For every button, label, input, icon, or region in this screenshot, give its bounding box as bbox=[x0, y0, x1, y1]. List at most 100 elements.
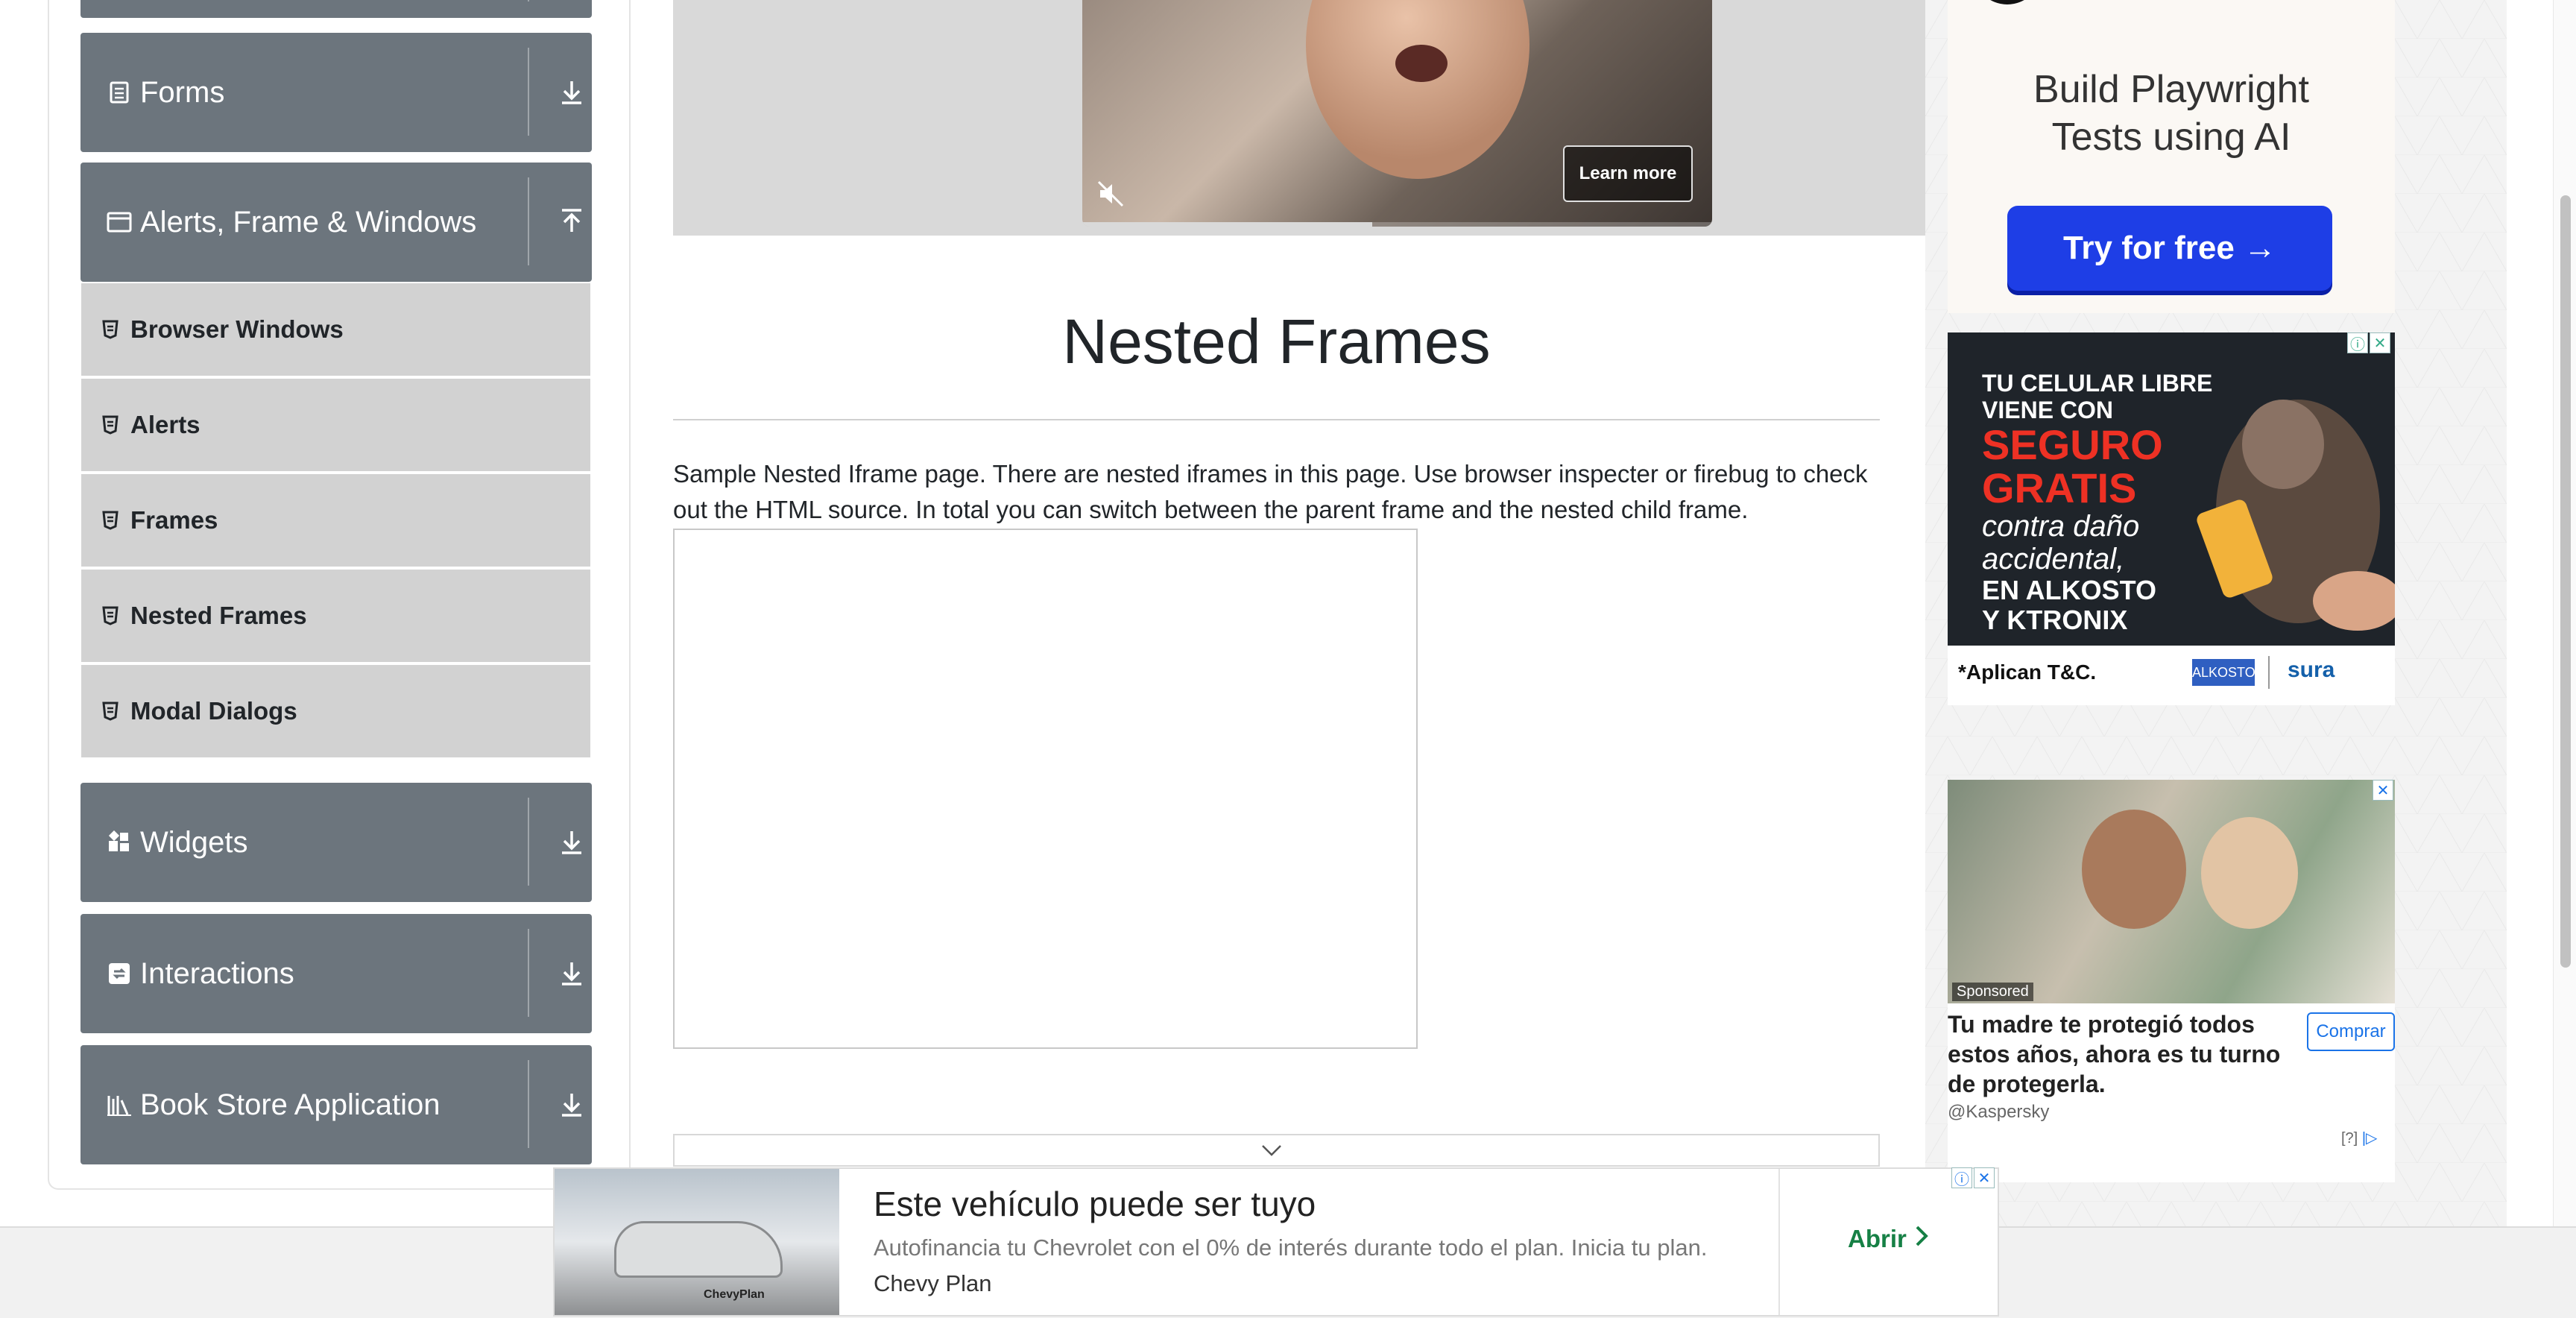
ad-line: EN ALKOSTO bbox=[1982, 575, 2157, 605]
headline-line: Tests using AI bbox=[2051, 116, 2291, 159]
sura-logo: sura bbox=[2288, 658, 2335, 682]
interactions-icon bbox=[106, 960, 133, 987]
chevron-down-icon[interactable] bbox=[1260, 1143, 1283, 1161]
sidebar-group-book-store-application[interactable]: Book Store Application bbox=[80, 1045, 592, 1164]
chevrolet-brand: Chevy Plan bbox=[874, 1270, 992, 1296]
sidebar-group-elements-stub[interactable] bbox=[80, 0, 592, 18]
chevyplan-logo: ChevyPlan bbox=[704, 1288, 765, 1301]
group-divider bbox=[528, 798, 529, 886]
sidebar-group-alerts-frame-windows[interactable]: Alerts, Frame & Windows bbox=[80, 163, 592, 282]
family-photo: Sponsored bbox=[1948, 780, 2395, 1003]
sidebar-item-nested-frames[interactable]: Nested Frames bbox=[81, 570, 590, 662]
video-progress-fill bbox=[1082, 222, 1372, 227]
try-for-free-button[interactable]: Try for free → bbox=[2007, 206, 2332, 291]
sidebar-item-label: Frames bbox=[130, 506, 218, 534]
ad-line: VIENE CON bbox=[1982, 397, 2114, 423]
group-divider bbox=[528, 0, 529, 1]
sidebar-group-forms[interactable]: Forms bbox=[80, 33, 592, 152]
ad-info-icon[interactable]: ⓘ bbox=[1951, 1167, 1972, 1188]
zerostep-ad[interactable]: Build Playwright Tests using AI Try for … bbox=[1948, 0, 2395, 313]
sidebar-group-label: Book Store Application bbox=[140, 1088, 441, 1121]
photo-person bbox=[2201, 817, 2298, 929]
alkosto-copy: TU CELULAR LIBRE VIENE CON SEGURO GRATIS… bbox=[1982, 370, 2212, 635]
ad-choices-controls[interactable]: ⓘ ✕ bbox=[2347, 332, 2390, 353]
terms-text: *Aplican T&C. bbox=[1958, 660, 2097, 684]
ad-help[interactable]: [?] |▷ bbox=[2341, 1129, 2377, 1147]
html5-icon bbox=[102, 414, 121, 436]
ad-line: Y KTRONIX bbox=[1982, 605, 2128, 635]
scrollbar-thumb[interactable] bbox=[2560, 195, 2571, 968]
group-divider bbox=[528, 48, 529, 136]
page-title: Nested Frames bbox=[1062, 306, 1491, 376]
html5-icon bbox=[102, 318, 121, 341]
bookstore-icon bbox=[106, 1091, 133, 1118]
sidebar-group-widgets[interactable]: Widgets bbox=[80, 783, 592, 902]
sidebar-item-browser-windows[interactable]: Browser Windows bbox=[81, 283, 590, 376]
group-divider bbox=[528, 929, 529, 1017]
group-divider bbox=[528, 177, 529, 265]
ad-choices-controls[interactable]: ✕ bbox=[2373, 780, 2393, 801]
alkosto-logo: ALKOSTO bbox=[2192, 659, 2255, 686]
chevrolet-sticky-ad[interactable]: ChevyPlan Este vehículo puede ser tuyo A… bbox=[553, 1167, 1999, 1317]
sidebar-group-label: Forms bbox=[140, 75, 225, 109]
headline-line: Build Playwright bbox=[2033, 68, 2309, 111]
abrir-label: Abrir bbox=[1848, 1225, 1907, 1252]
video-face-image bbox=[1306, 0, 1530, 179]
group-divider bbox=[528, 1060, 529, 1148]
upload-arrow-icon[interactable] bbox=[552, 198, 592, 245]
html5-icon bbox=[102, 509, 121, 532]
learn-more-button[interactable]: Learn more bbox=[1563, 145, 1693, 202]
kaspersky-brand: @Kaspersky bbox=[1948, 1102, 2050, 1122]
photo-person bbox=[2082, 810, 2186, 929]
close-icon[interactable]: ✕ bbox=[2370, 332, 2390, 353]
comprar-button[interactable]: Comprar bbox=[2307, 1012, 2395, 1051]
video-ad[interactable]: Learn more bbox=[1082, 0, 1712, 227]
ad-choices-controls[interactable]: ⓘ ✕ bbox=[1951, 1167, 1995, 1188]
ad-line: SEGURO bbox=[1982, 421, 2163, 468]
sidebar-item-alerts[interactable]: Alerts bbox=[81, 379, 590, 471]
sidebar-item-label: Modal Dialogs bbox=[130, 697, 297, 725]
sidebar-item-modal-dialogs[interactable]: Modal Dialogs bbox=[81, 665, 590, 757]
parent-iframe[interactable] bbox=[673, 529, 1418, 1049]
intro-text: Sample Nested Iframe page. There are nes… bbox=[673, 460, 1868, 523]
close-icon[interactable]: ✕ bbox=[2373, 780, 2393, 801]
sidebar-group-label: Interactions bbox=[140, 956, 294, 990]
video-progress-track[interactable] bbox=[1082, 222, 1712, 227]
download-arrow-icon[interactable] bbox=[552, 1081, 592, 1127]
widgets-icon bbox=[106, 829, 133, 856]
sidebar-group-interactions[interactable]: Interactions bbox=[80, 914, 592, 1033]
sidebar-item-label: Browser Windows bbox=[130, 315, 344, 343]
download-arrow-icon[interactable] bbox=[552, 950, 592, 996]
alkosto-ad[interactable]: TU CELULAR LIBRE VIENE CON SEGURO GRATIS… bbox=[1948, 332, 2395, 705]
chevrolet-description: Autofinancia tu Chevrolet con el 0% de i… bbox=[874, 1235, 1708, 1261]
download-arrow-icon[interactable] bbox=[552, 819, 592, 865]
sidebar-item-frames[interactable]: Frames bbox=[81, 474, 590, 567]
ad-line: accidental, bbox=[1982, 543, 2125, 576]
window-icon bbox=[106, 209, 133, 236]
download-arrow-icon[interactable] bbox=[552, 69, 592, 115]
sidebar-item-label: Alerts bbox=[130, 411, 201, 438]
sidebar-group-label: Alerts, Frame & Windows bbox=[140, 205, 477, 239]
ad-info-icon[interactable]: ⓘ bbox=[2347, 332, 2368, 353]
form-icon bbox=[106, 79, 133, 106]
ad-help-text: [?] bbox=[2341, 1130, 2358, 1147]
zerostep-headline: Build Playwright Tests using AI bbox=[1948, 66, 2395, 161]
adchoices-icon[interactable]: |▷ bbox=[2362, 1130, 2378, 1147]
abrir-button[interactable]: Abrir bbox=[1848, 1224, 1929, 1254]
ad-line: TU CELULAR LIBRE bbox=[1982, 370, 2213, 397]
zerostep-logo bbox=[1970, 0, 2373, 15]
cta-separator bbox=[1778, 1169, 1780, 1315]
mute-icon[interactable] bbox=[1096, 179, 1126, 209]
title-divider bbox=[673, 419, 1880, 420]
close-icon[interactable]: ✕ bbox=[1974, 1167, 1995, 1188]
logo-divider bbox=[2268, 656, 2270, 689]
car-body-shape bbox=[614, 1221, 783, 1278]
html5-icon bbox=[102, 700, 121, 722]
chevrolet-headline[interactable]: Este vehículo puede ser tuyo bbox=[874, 1184, 1316, 1224]
ad-line: contra daño bbox=[1982, 510, 2140, 543]
kaspersky-headline[interactable]: Tu madre te protegió todos estos años, a… bbox=[1948, 1009, 2298, 1099]
chevron-right-icon bbox=[1914, 1224, 1929, 1254]
collapse-bar[interactable] bbox=[673, 1134, 1880, 1167]
kaspersky-ad[interactable]: Sponsored Tu madre te protegió todos est… bbox=[1948, 780, 2395, 1182]
page-scrollbar[interactable] bbox=[2553, 0, 2576, 1226]
